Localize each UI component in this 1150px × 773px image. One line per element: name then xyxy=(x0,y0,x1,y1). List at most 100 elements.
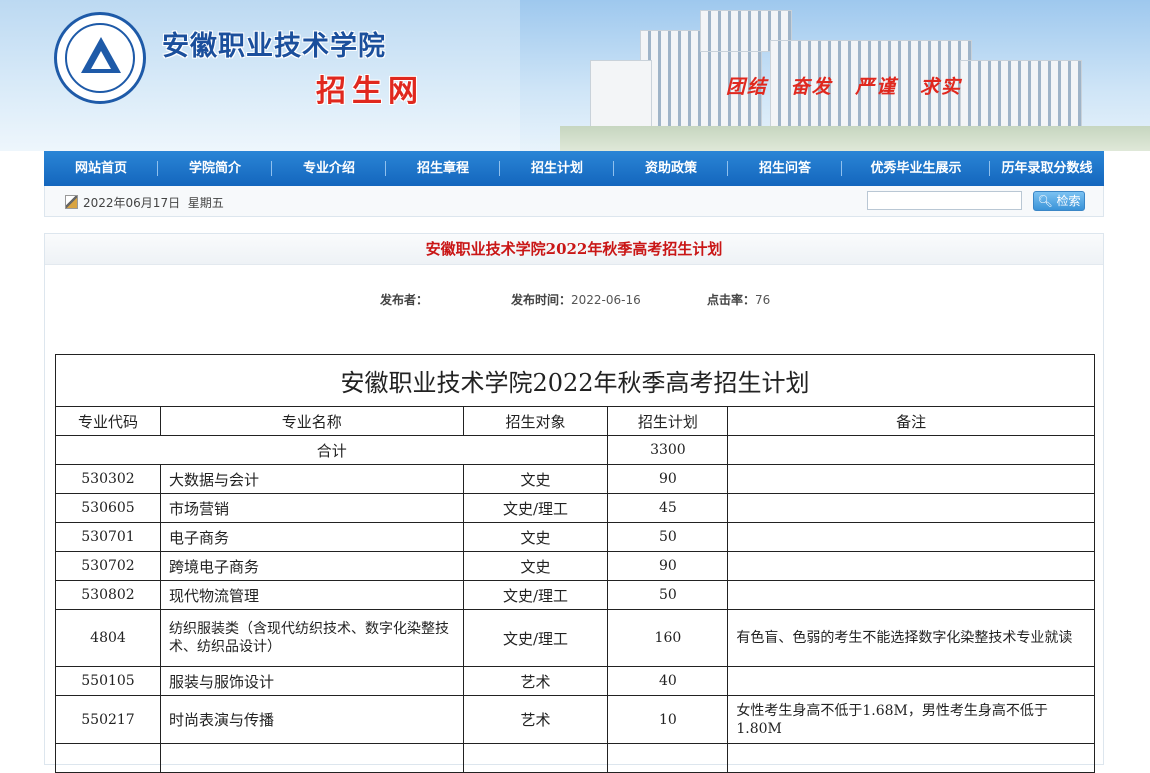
column-header: 专业名称 xyxy=(159,406,464,436)
major-name: 市场营销 xyxy=(159,493,464,523)
enroll-target: 文史 xyxy=(462,551,609,581)
enroll-target: 文史/理工 xyxy=(462,493,609,523)
enroll-target: 文史 xyxy=(462,522,609,552)
column-header: 专业代码 xyxy=(55,406,161,436)
total-label: 合计 xyxy=(54,435,609,465)
total-row: 合计 3300 xyxy=(54,435,1095,465)
enroll-target: 文史 xyxy=(462,464,609,494)
date-text: 2022年06月17日 xyxy=(83,196,181,210)
nav-item-scores[interactable]: 历年录取分数线 xyxy=(990,151,1104,186)
campus-building xyxy=(960,60,1082,128)
publisher-label: 发布者： xyxy=(380,293,429,307)
table-row: 530605 市场营销 文史/理工 45 xyxy=(55,493,1095,523)
college-motto: 团结 奋发 严谨 求实 xyxy=(726,72,962,99)
search-button-label: 检索 xyxy=(1056,194,1081,208)
table-row: 4804 纺织服装类（含现代纺织技术、数字化染整技术、纺织品设计） 文史/理工 … xyxy=(55,609,1095,667)
nav-item-majors[interactable]: 专业介绍 xyxy=(272,151,386,186)
search-button[interactable]: 🔍︎ 检索 xyxy=(1033,191,1085,211)
enroll-target: 文史/理工 xyxy=(462,609,609,667)
major-name: 纺织服装类（含现代纺织技术、数字化染整技术、纺织品设计） xyxy=(159,609,464,667)
table-row: 530701 电子商务 文史 50 xyxy=(55,522,1095,552)
plan-count: 40 xyxy=(607,666,729,696)
site-header: 安徽职业技术学院 招生网 团结 奋发 严谨 求实 xyxy=(0,0,1150,151)
current-date: 2022年06月17日 星期五 xyxy=(65,194,224,211)
table-row xyxy=(55,743,1095,773)
enroll-target: 艺术 xyxy=(462,666,609,696)
motto-word: 奋发 xyxy=(790,76,833,98)
nav-item-about[interactable]: 学院简介 xyxy=(158,151,272,186)
publisher-info: 发布者： xyxy=(380,291,428,308)
enroll-target: 艺术 xyxy=(462,695,609,744)
remark xyxy=(727,493,1095,523)
click-count-value: 76 xyxy=(755,293,771,307)
article-header: 安徽职业技术学院2022年秋季高考招生计划 xyxy=(45,234,1103,265)
table-caption: 安徽职业技术学院2022年秋季高考招生计划 xyxy=(55,354,1095,407)
remark xyxy=(727,464,1095,494)
remark xyxy=(727,666,1095,696)
major-code: 530701 xyxy=(55,522,161,552)
weekday-text: 星期五 xyxy=(187,196,224,210)
total-value: 3300 xyxy=(607,435,729,465)
plan-count: 50 xyxy=(607,522,729,552)
total-note xyxy=(727,435,1095,465)
table-row: 530702 跨境电子商务 文史 90 xyxy=(55,551,1095,581)
campus-building xyxy=(590,60,652,128)
college-logo[interactable] xyxy=(54,12,146,104)
motto-word: 严谨 xyxy=(855,76,898,98)
major-code: 4804 xyxy=(55,609,161,667)
column-header: 备注 xyxy=(727,406,1095,436)
article-title: 安徽职业技术学院2022年秋季高考招生计划 xyxy=(425,240,723,258)
major-code: 550105 xyxy=(55,666,161,696)
column-header: 招生计划 xyxy=(607,406,729,436)
nav-item-aid[interactable]: 资助政策 xyxy=(614,151,728,186)
publish-time-label: 发布时间： xyxy=(511,293,572,307)
table-row: 550105 服装与服饰设计 艺术 40 xyxy=(55,666,1095,696)
motto-word: 求实 xyxy=(919,76,962,98)
major-code: 530802 xyxy=(55,580,161,610)
plan-count: 90 xyxy=(607,551,729,581)
major-name: 大数据与会计 xyxy=(159,464,464,494)
campus-ground xyxy=(560,126,1150,151)
major-code: 550217 xyxy=(55,695,161,744)
click-count-label: 点击率： xyxy=(707,293,756,307)
plan-count: 45 xyxy=(607,493,729,523)
enroll-target: 文史/理工 xyxy=(462,580,609,610)
remark: 有色盲、色弱的考生不能选择数字化染整技术专业就读 xyxy=(727,609,1095,667)
remark xyxy=(727,522,1095,552)
nav-item-home[interactable]: 网站首页 xyxy=(44,151,158,186)
publish-time-info: 发布时间：2022-06-16 xyxy=(511,291,641,308)
major-name: 现代物流管理 xyxy=(159,580,464,610)
table-row: 550217 时尚表演与传播 艺术 10 女性考生身高不低于1.68M，男性考生… xyxy=(55,695,1095,744)
plan-count: 160 xyxy=(607,609,729,667)
motto-word: 团结 xyxy=(726,76,769,98)
plan-count: 10 xyxy=(607,695,729,744)
click-count-info: 点击率：76 xyxy=(707,291,770,308)
nav-item-charter[interactable]: 招生章程 xyxy=(386,151,500,186)
remark: 女性考生身高不低于1.68M，男性考生身高不低于1.80M xyxy=(727,695,1095,744)
table-header-row: 专业代码 专业名称 招生对象 招生计划 备注 xyxy=(55,406,1095,436)
site-subtitle: 招生网 xyxy=(316,74,424,109)
plan-count: 90 xyxy=(607,464,729,494)
nav-item-plan[interactable]: 招生计划 xyxy=(500,151,614,186)
nav-item-graduates[interactable]: 优秀毕业生展示 xyxy=(842,151,990,186)
enrollment-plan-table: 安徽职业技术学院2022年秋季高考招生计划 专业代码 专业名称 招生对象 招生计… xyxy=(54,354,1095,773)
column-header: 招生对象 xyxy=(462,406,609,436)
nav-item-faq[interactable]: 招生问答 xyxy=(728,151,842,186)
table-row: 530302 大数据与会计 文史 90 xyxy=(55,464,1095,494)
site-title: 安徽职业技术学院 xyxy=(162,31,386,62)
major-name: 跨境电子商务 xyxy=(159,551,464,581)
major-name: 服装与服饰设计 xyxy=(159,666,464,696)
table-row: 530802 现代物流管理 文史/理工 50 xyxy=(55,580,1095,610)
publish-time-value: 2022-06-16 xyxy=(571,293,641,307)
remark xyxy=(727,580,1095,610)
pen-icon xyxy=(65,195,78,209)
remark xyxy=(727,551,1095,581)
major-code: 530605 xyxy=(55,493,161,523)
major-name: 时尚表演与传播 xyxy=(159,695,464,744)
search-input[interactable] xyxy=(867,191,1022,210)
date-search-bar: 2022年06月17日 星期五 🔍︎ 检索 xyxy=(44,186,1104,217)
article-panel: 安徽职业技术学院2022年秋季高考招生计划 发布者： 发布时间：2022-06-… xyxy=(44,233,1104,773)
major-code: 530302 xyxy=(55,464,161,494)
major-code: 530702 xyxy=(55,551,161,581)
search-icon: 🔍︎ xyxy=(1037,194,1053,208)
